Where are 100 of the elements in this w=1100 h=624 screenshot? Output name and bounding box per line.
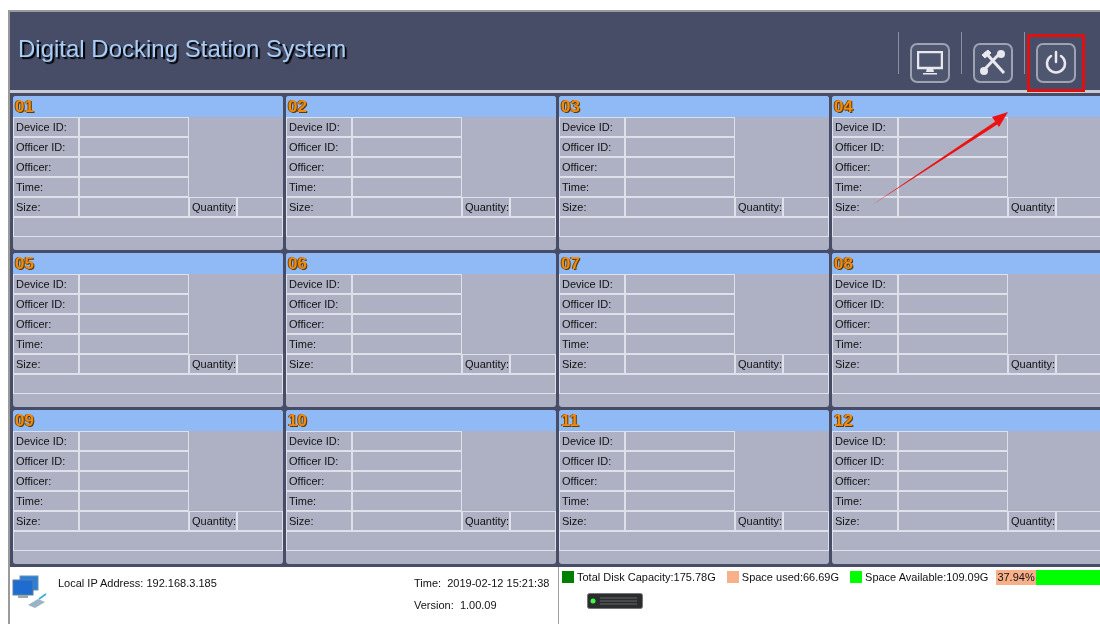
- field-label: Time:: [13, 177, 79, 197]
- power-button[interactable]: [1036, 43, 1076, 83]
- usage-percent: 37.94%: [997, 571, 1035, 583]
- value-cell: [1056, 354, 1100, 374]
- field-label: Officer:: [559, 471, 625, 491]
- field-label: Quantity:: [735, 197, 783, 217]
- field-label: Device ID:: [286, 274, 352, 294]
- field-label: Officer:: [286, 314, 352, 334]
- field-label: Time:: [559, 491, 625, 511]
- station-number: 03: [561, 96, 580, 117]
- value-cell: [510, 511, 556, 531]
- field-label: Device ID:: [832, 431, 898, 451]
- legend-text: Space used:66.69G: [741, 571, 840, 583]
- station-number: 08: [834, 253, 853, 274]
- field-label: Quantity:: [189, 354, 237, 374]
- field-label: Officer ID:: [832, 294, 898, 314]
- field-label: Quantity:: [462, 354, 510, 374]
- field-label: Size:: [832, 354, 898, 374]
- field-label: Size:: [559, 197, 625, 217]
- field-label: Size:: [832, 197, 898, 217]
- field-label: Quantity:: [735, 511, 783, 531]
- field-label: Time:: [832, 334, 898, 354]
- field-label: Officer ID:: [286, 294, 352, 314]
- field-label: Officer:: [13, 314, 79, 334]
- field-label: Time:: [832, 177, 898, 197]
- field-label: Officer:: [832, 314, 898, 334]
- field-label: Officer:: [559, 314, 625, 334]
- field-label: Quantity:: [462, 511, 510, 531]
- value-cell: [510, 197, 556, 217]
- field-label: Time:: [286, 491, 352, 511]
- field-label: Officer ID:: [832, 137, 898, 157]
- value-cell: [1056, 511, 1100, 531]
- value-cell: [783, 354, 829, 374]
- field-label: Size:: [286, 354, 352, 374]
- disk-drive-icon: [587, 593, 643, 609]
- field-label: Officer:: [286, 471, 352, 491]
- tools-icon: [979, 49, 1007, 77]
- field-label: Device ID:: [286, 431, 352, 451]
- field-label: Officer ID:: [832, 451, 898, 471]
- legend-text: Total Disk Capacity:175.78G: [577, 571, 716, 583]
- field-label: Quantity:: [735, 354, 783, 374]
- field-label: Quantity:: [1008, 197, 1056, 217]
- field-label: Size:: [286, 511, 352, 531]
- field-label: Size:: [13, 354, 79, 374]
- field-label: Officer:: [832, 471, 898, 491]
- field-label: Size:: [286, 197, 352, 217]
- power-icon: [1043, 50, 1069, 76]
- field-label: Device ID:: [13, 431, 79, 451]
- monitor-button[interactable]: [910, 43, 950, 83]
- value-cell: [237, 197, 283, 217]
- station-number: 06: [288, 253, 307, 274]
- field-label: Officer ID:: [13, 451, 79, 471]
- field-label: Officer:: [286, 157, 352, 177]
- value-cell: [237, 511, 283, 531]
- field-label: Device ID:: [559, 431, 625, 451]
- station-number: 01: [15, 96, 34, 117]
- field-label: Officer ID:: [13, 294, 79, 314]
- value-cell: [1056, 197, 1100, 217]
- field-label: Quantity:: [189, 197, 237, 217]
- station-number: 12: [834, 410, 853, 431]
- station-number: 02: [288, 96, 307, 117]
- field-label: Officer ID:: [559, 451, 625, 471]
- field-label: Officer ID:: [286, 451, 352, 471]
- field-label: Officer:: [559, 157, 625, 177]
- value-cell: [783, 197, 829, 217]
- field-label: Officer ID:: [13, 137, 79, 157]
- field-label: Size:: [13, 511, 79, 531]
- station-number: 04: [834, 96, 853, 117]
- field-label: Device ID:: [286, 117, 352, 137]
- field-label: Officer ID:: [286, 137, 352, 157]
- field-label: Quantity:: [462, 197, 510, 217]
- field-label: Time:: [286, 334, 352, 354]
- field-label: Device ID:: [832, 117, 898, 137]
- field-label: Officer:: [13, 471, 79, 491]
- station-number: 07: [561, 253, 580, 274]
- version-text: Version: 1.00.09: [414, 599, 498, 611]
- time-text: Time: 2019-02-12 15:21:38: [414, 577, 551, 589]
- field-label: Size:: [832, 511, 898, 531]
- station-number: 09: [15, 410, 34, 431]
- value-cell: [783, 511, 829, 531]
- field-label: Officer:: [832, 157, 898, 177]
- field-label: Device ID:: [559, 274, 625, 294]
- value-cell: [237, 354, 283, 374]
- field-label: Time:: [13, 334, 79, 354]
- field-label: Officer:: [13, 157, 79, 177]
- station-number: 11: [561, 410, 579, 431]
- field-label: Time:: [832, 491, 898, 511]
- field-label: Quantity:: [1008, 511, 1056, 531]
- network-computers-icon: [12, 575, 48, 609]
- field-label: Quantity:: [189, 511, 237, 531]
- field-label: Device ID:: [13, 274, 79, 294]
- app-title: Digital Docking Station System: [18, 35, 347, 63]
- field-label: Size:: [559, 511, 625, 531]
- field-label: Device ID:: [559, 117, 625, 137]
- field-label: Size:: [559, 354, 625, 374]
- tools-button[interactable]: [973, 43, 1013, 83]
- field-label: Officer ID:: [559, 294, 625, 314]
- field-label: Time:: [559, 177, 625, 197]
- field-label: Device ID:: [832, 274, 898, 294]
- field-label: Quantity:: [1008, 354, 1056, 374]
